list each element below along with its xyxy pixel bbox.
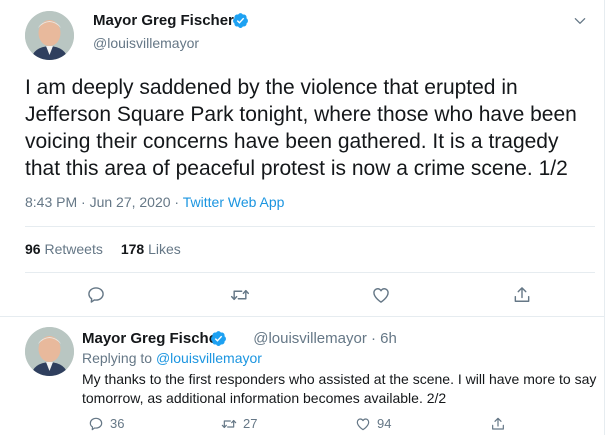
reply-share-button[interactable] [490,415,506,431]
avatar[interactable] [25,11,74,60]
reply-retweet-button[interactable]: 27 [221,415,257,431]
likes-stat[interactable]: 178 Likes [121,241,181,257]
reply-header: Mayor Greg Fischer @louisvillemayor · 6h [82,330,397,347]
replying-prefix: Replying to [82,350,156,366]
reply-button[interactable] [86,285,106,305]
avatar-image [25,11,74,60]
reply-author-handle[interactable]: @louisvillemayor · 6h [253,330,397,347]
divider [25,226,595,227]
tweet-timestamp[interactable]: 8:43 PM · Jun 27, 2020 [25,194,171,210]
author-handle[interactable]: @louisvillemayor [93,35,199,51]
tweet-text-line: Jefferson Square Park tonight, where tho… [25,103,577,126]
share-icon [514,287,530,302]
like-count: 94 [377,416,392,432]
reply-text: My thanks to the first responders who as… [82,370,597,408]
share-button[interactable] [512,285,532,305]
avatar-image [25,327,74,376]
retweet-button[interactable] [230,285,250,305]
retweets-label: Retweets [44,241,103,257]
chevron-down-icon[interactable] [573,14,587,28]
reply-like-button[interactable]: 94 [355,415,391,431]
tweet-text: I am deeply saddened by the violence tha… [25,74,595,182]
retweet-icon [221,419,237,428]
author-name[interactable]: Mayor Greg Fischer [93,12,234,29]
engagement-stats: 96 Retweets 178 Likes [25,241,181,257]
retweet-count: 27 [243,416,258,432]
divider [25,272,595,273]
replying-to-handle[interactable]: @louisvillemayor [156,350,262,366]
heart-icon [356,417,370,430]
reply-author-name[interactable]: Mayor Greg Fischer [82,330,223,347]
replying-to: Replying to @louisvillemayor [82,350,262,366]
retweets-count: 96 [25,241,41,257]
tweet-text-line: I am deeply saddened by the violence tha… [25,76,518,99]
tweet-source[interactable]: Twitter Web App [183,194,285,210]
tweet-metadata: 8:43 PM · Jun 27, 2020 · Twitter Web App [25,194,284,210]
verified-badge-icon [233,13,248,28]
like-button[interactable] [371,285,391,305]
tweet-text-line: voicing their concerns have been gathere… [25,130,559,153]
reply-avatar[interactable] [25,327,74,376]
reply-icon [89,417,103,430]
retweet-icon [230,289,250,301]
verified-badge-icon [211,331,226,346]
reply-text-line: My thanks to the first responders who as… [82,371,597,387]
reply-count: 36 [110,416,125,432]
likes-label: Likes [148,241,181,257]
reply-reply-button[interactable]: 36 [88,415,124,431]
retweets-stat[interactable]: 96 Retweets [25,241,103,257]
share-icon [492,417,504,430]
likes-count: 178 [120,241,145,257]
reply-text-line: tomorrow, as additional information beco… [82,390,447,406]
timeline-border [604,0,605,435]
tweet-text-line: that this area of peaceful protest is no… [25,157,568,180]
divider [0,316,604,317]
metadata-separator: · [170,194,183,210]
reply-icon [88,287,104,303]
heart-icon [373,288,389,303]
